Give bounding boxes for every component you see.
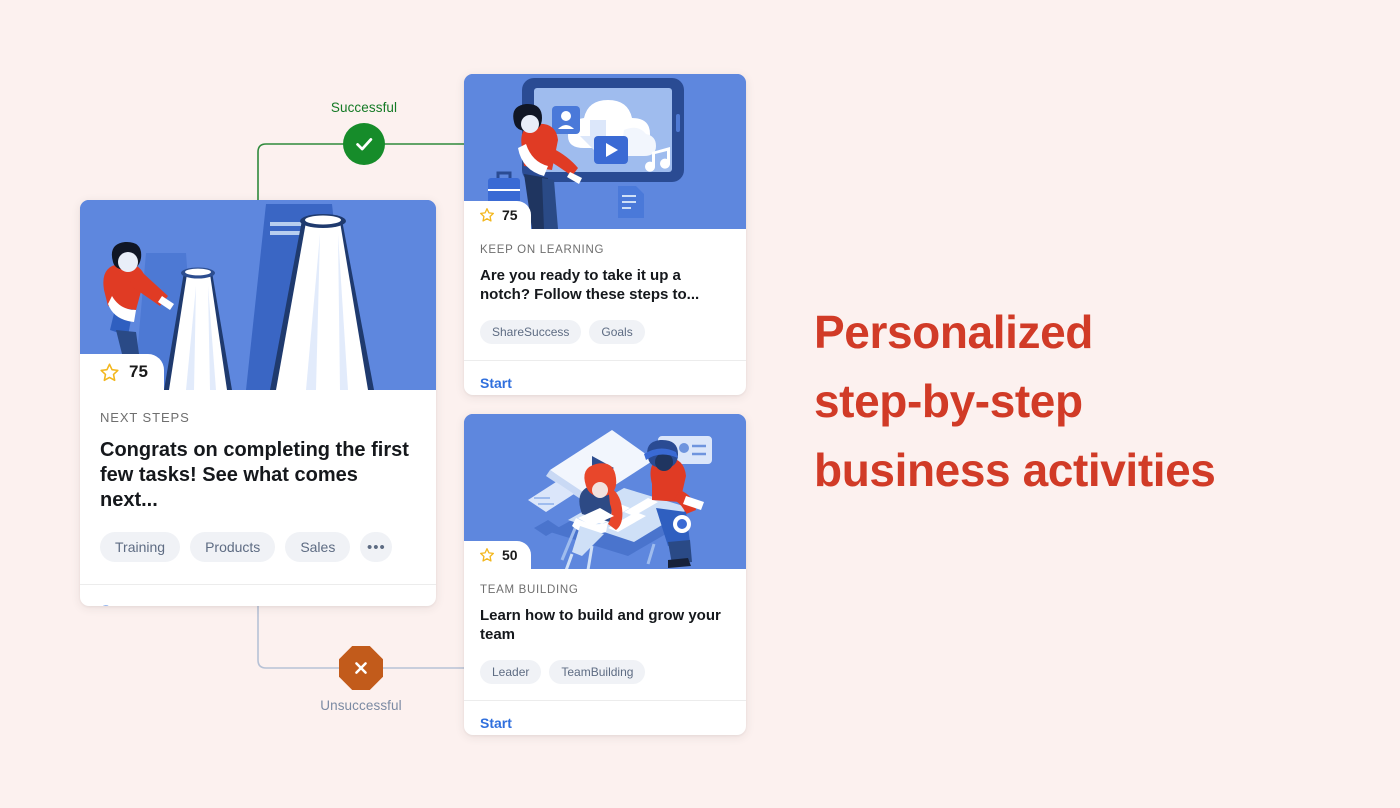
check-circle <box>343 123 385 165</box>
start-button[interactable]: Start <box>480 715 512 731</box>
card-footer-team-building: Start <box>464 700 746 735</box>
tag-chip[interactable]: ShareSuccess <box>480 320 582 344</box>
star-icon <box>100 362 119 381</box>
rating-badge-team-building: 50 <box>464 541 531 569</box>
card-keep-on-learning[interactable]: 75 KEEP ON LEARNING Are you ready to tak… <box>464 74 746 395</box>
card-title: Learn how to build and grow your team <box>480 607 721 643</box>
status-badge-successful: Successful <box>299 100 429 165</box>
card-next-steps[interactable]: 75 NEXT STEPS Congrats on completing the… <box>80 200 436 606</box>
headline-line-2: step-by-step <box>814 375 1083 427</box>
tag-chip[interactable]: Sales <box>285 532 351 562</box>
card-footer-next-steps: Start <box>80 584 436 606</box>
card-hero-keep-on-learning: 75 <box>464 74 746 229</box>
rating-badge-next-steps: 75 <box>80 354 164 390</box>
tag-row-next-steps: Training Products Sales ••• <box>100 532 416 584</box>
card-title: Are you ready to take it up a notch? Fol… <box>480 267 700 303</box>
status-badge-unsuccessful: Unsuccessful <box>296 646 426 713</box>
star-icon <box>480 548 494 562</box>
start-button[interactable]: Start <box>480 375 512 391</box>
card-eyebrow: TEAM BUILDING <box>480 584 579 596</box>
rating-value: 50 <box>502 547 518 563</box>
start-button[interactable]: Start <box>100 602 139 606</box>
flow-canvas: Successful Unsuccessful 75 NEXT STEPS Co… <box>0 0 1400 808</box>
card-body-next-steps: NEXT STEPS Congrats on completing the fi… <box>80 390 436 584</box>
tag-chip[interactable]: Products <box>190 532 276 562</box>
status-label-successful: Successful <box>330 100 398 115</box>
card-eyebrow: KEEP ON LEARNING <box>480 244 605 256</box>
card-footer-keep-on-learning: Start <box>464 360 746 395</box>
card-body-keep-on-learning: KEEP ON LEARNING Are you ready to take i… <box>464 229 746 360</box>
more-tags-button[interactable]: ••• <box>360 532 393 562</box>
card-body-team-building: TEAM BUILDING Learn how to build and gro… <box>464 569 746 700</box>
page-headline: Personalized step-by-step business activ… <box>814 298 1294 505</box>
tag-row-keep-on-learning: ShareSuccess Goals <box>480 320 730 360</box>
card-hero-next-steps: 75 <box>80 200 436 390</box>
card-eyebrow: NEXT STEPS <box>100 410 190 425</box>
card-hero-team-building: 50 <box>464 414 746 569</box>
close-octagon <box>339 646 383 690</box>
tag-chip[interactable]: Training <box>100 532 181 562</box>
tag-row-team-building: Leader TeamBuilding <box>480 660 730 700</box>
headline-line-3: business activities <box>814 444 1216 496</box>
card-team-building[interactable]: 50 TEAM BUILDING Learn how to build and … <box>464 414 746 735</box>
check-icon <box>356 138 373 151</box>
tag-chip[interactable]: Goals <box>589 320 645 344</box>
rating-value: 75 <box>502 207 518 223</box>
close-icon <box>355 662 367 674</box>
status-label-unsuccessful: Unsuccessful <box>320 698 402 713</box>
star-icon <box>480 208 494 222</box>
tag-chip[interactable]: TeamBuilding <box>549 660 646 684</box>
card-title: Congrats on completing the first few tas… <box>100 439 409 511</box>
headline-line-1: Personalized <box>814 306 1093 358</box>
rating-value: 75 <box>129 362 148 381</box>
rating-badge-keep-on-learning: 75 <box>464 201 531 229</box>
tag-chip[interactable]: Leader <box>480 660 542 684</box>
